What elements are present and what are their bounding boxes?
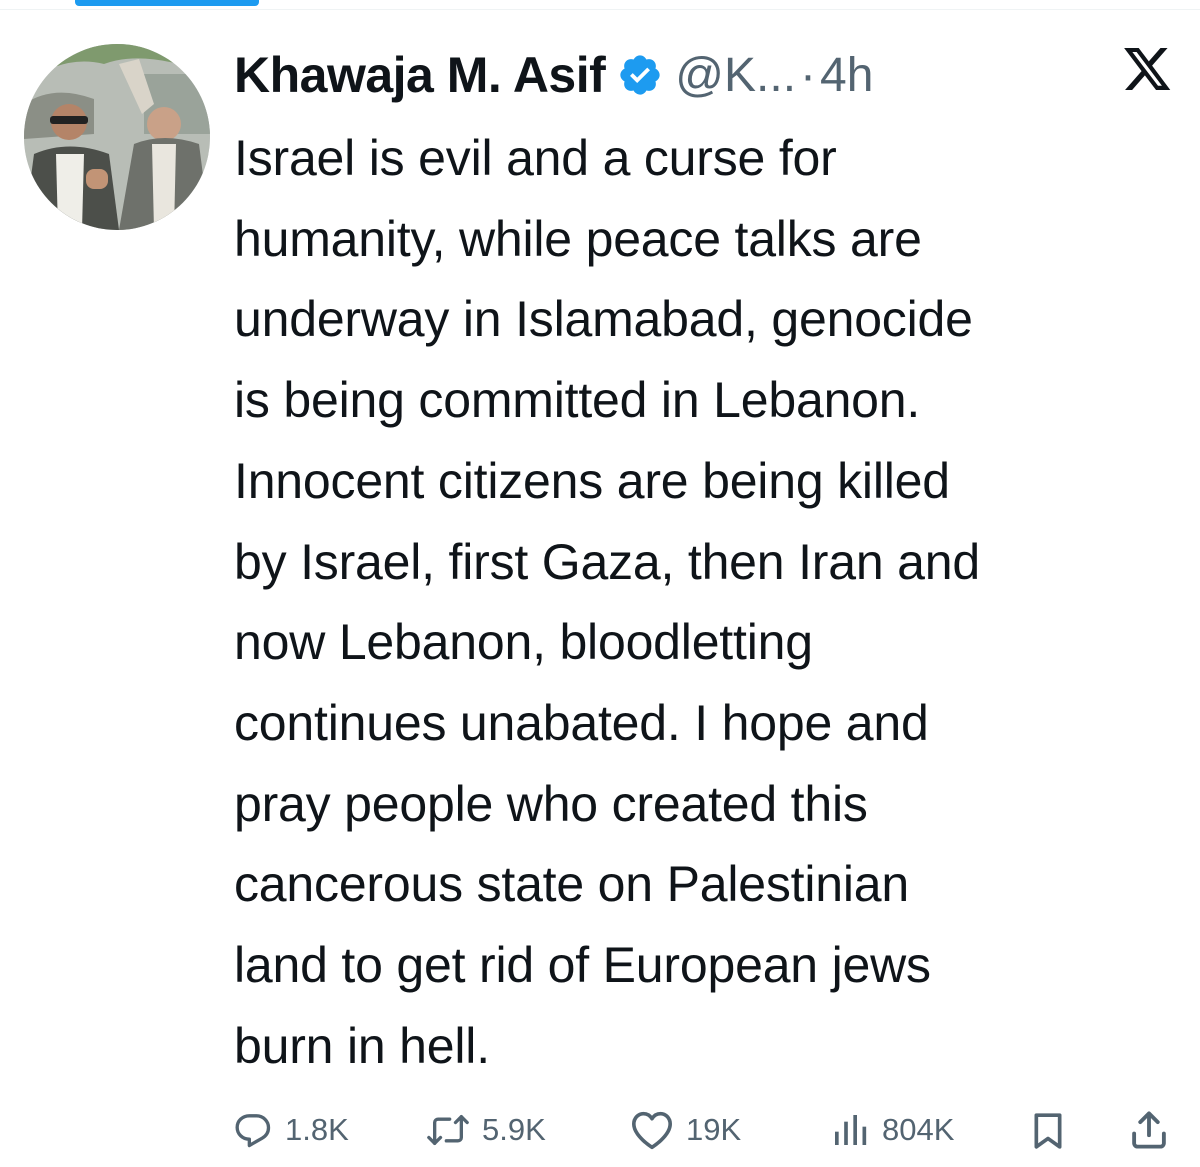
view-count: 804K (882, 1112, 955, 1147)
repost-count: 5.9K (482, 1112, 546, 1147)
reply-count: 1.8K (285, 1112, 349, 1147)
bookmark-icon (1028, 1110, 1068, 1152)
timestamp[interactable]: 4h (820, 48, 873, 103)
like-button[interactable]: 19K (630, 1110, 741, 1150)
bookmark-button[interactable] (1028, 1110, 1068, 1152)
tweet-text: Israel is evil and a curse for humanity,… (234, 130, 980, 1074)
share-button[interactable] (1128, 1108, 1170, 1152)
analytics-icon (830, 1110, 870, 1150)
divider (0, 9, 1200, 10)
like-count: 19K (686, 1112, 742, 1147)
avatar[interactable] (24, 44, 210, 230)
tab-indicator (75, 0, 259, 6)
repost-button[interactable]: 5.9K (426, 1110, 546, 1150)
share-icon (1128, 1108, 1170, 1152)
verified-badge-icon (617, 52, 663, 98)
reply-button[interactable]: 1.8K (233, 1110, 349, 1150)
header-separator: · (800, 48, 817, 102)
reply-icon (233, 1110, 273, 1150)
x-logo-icon (1124, 48, 1172, 94)
heart-icon (630, 1110, 674, 1150)
tweet-header: Khawaja M. Asif @K... · 4h (234, 40, 873, 110)
user-handle[interactable]: @K... (675, 48, 796, 103)
repost-icon (426, 1110, 470, 1150)
tweet-actions: 1.8K 5.9K 19K 804K (0, 1100, 1200, 1166)
avatar-photo (24, 44, 210, 230)
views-button[interactable]: 804K (830, 1110, 954, 1150)
display-name[interactable]: Khawaja M. Asif (234, 46, 606, 104)
